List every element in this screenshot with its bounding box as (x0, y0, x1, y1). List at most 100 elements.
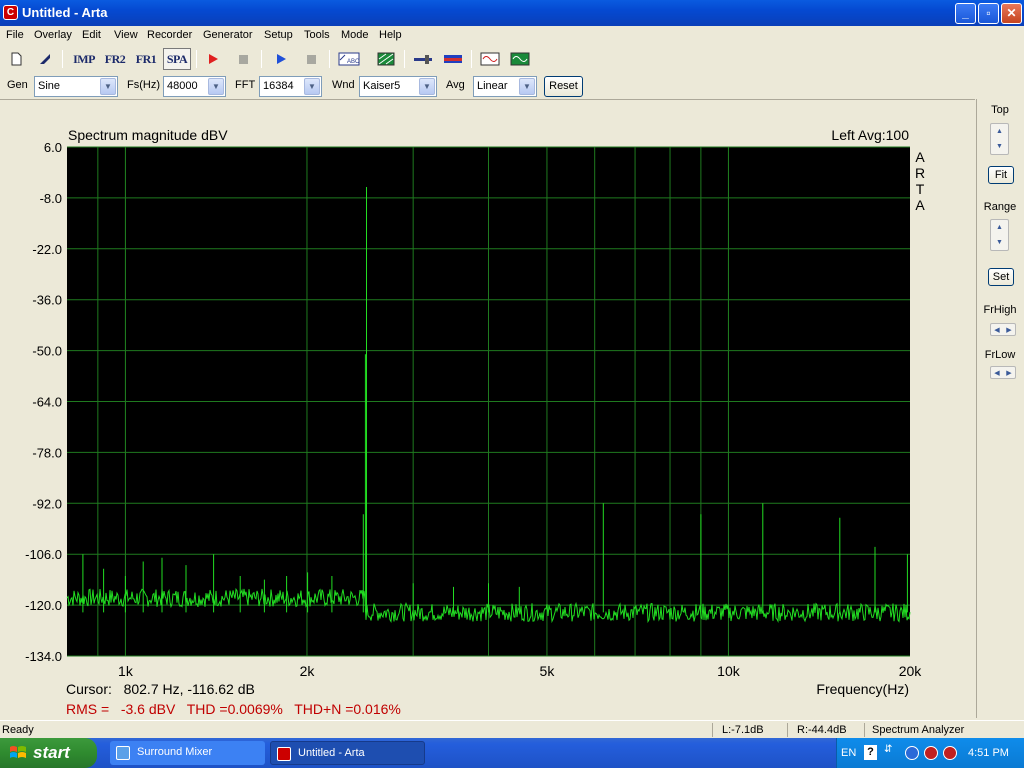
overlay-grid-icon[interactable] (374, 48, 398, 70)
chevron-down-icon[interactable]: ▼ (100, 78, 116, 95)
back-arrow-icon[interactable] (905, 746, 919, 760)
down-arrow-icon[interactable]: ▼ (991, 235, 1008, 250)
record-play-icon[interactable] (201, 48, 225, 70)
up-arrow-icon[interactable]: ▲ (991, 124, 1008, 139)
gen-select[interactable]: Sine ▼ (34, 76, 118, 97)
y-tick-label: -36.0 (32, 293, 62, 308)
y-tick-label: -106.0 (25, 547, 62, 562)
left-arrow-icon[interactable]: ◀ (994, 326, 999, 334)
security-shield-icon[interactable] (943, 746, 957, 760)
help-icon[interactable]: ? (864, 745, 877, 760)
right-arrow-icon[interactable]: ▶ (1006, 326, 1011, 334)
generator-play-icon[interactable] (269, 48, 293, 70)
task-surround-mixer[interactable]: Surround Mixer (110, 741, 265, 765)
menu-file[interactable]: File (6, 29, 24, 41)
annotation-abc-icon[interactable]: ABC (336, 48, 362, 70)
fit-button[interactable]: Fit (988, 166, 1014, 184)
system-tray: EN ? ⇵ 4:51 PM (836, 738, 1024, 768)
top-spinner[interactable]: ▲ ▼ (990, 123, 1009, 155)
fft-select[interactable]: 16384 ▼ (259, 76, 322, 97)
minimize-button[interactable]: _ (955, 3, 976, 24)
analyzer-settings-bar: Gen Sine ▼ Fs(Hz) 48000 ▼ FFT 16384 ▼ Wn… (0, 73, 1024, 99)
status-separator (864, 723, 865, 737)
start-button[interactable]: start (0, 738, 97, 768)
volume-slider-icon[interactable] (411, 48, 435, 70)
right-control-panel: Top ▲ ▼ Fit Range ▲ ▼ Set FrHigh ◀ ▶ FrLow … (976, 99, 1024, 718)
x-tick-label: 20k (899, 663, 923, 679)
chart-title: Spectrum magnitude dBV (68, 127, 228, 143)
fft-label: FFT (235, 79, 256, 91)
menu-generator[interactable]: Generator (203, 29, 253, 41)
menu-setup[interactable]: Setup (264, 29, 293, 41)
menu-view[interactable]: View (114, 29, 138, 41)
down-arrow-icon[interactable]: ▼ (991, 139, 1008, 154)
start-label: start (33, 743, 70, 762)
y-tick-label: -92.0 (32, 496, 62, 511)
y-tick-label: -64.0 (32, 395, 62, 410)
y-tick-label: -78.0 (32, 445, 62, 460)
status-mode: Spectrum Analyzer (872, 724, 965, 736)
x-tick-label: 2k (300, 663, 316, 679)
task-arta[interactable]: Untitled - Arta (270, 741, 425, 765)
security-shield-icon[interactable] (924, 746, 938, 760)
arta-app-icon (277, 747, 291, 761)
maximize-button[interactable]: ▫ (978, 3, 999, 24)
toolbar-separator (62, 50, 63, 68)
menu-mode[interactable]: Mode (341, 29, 369, 41)
fs-value: 48000 (167, 80, 198, 92)
imp-mode-button[interactable]: IMP (70, 48, 98, 70)
right-arrow-icon[interactable]: ▶ (1006, 369, 1011, 377)
generator-stop-icon[interactable] (299, 48, 323, 70)
avg-select[interactable]: Linear ▼ (473, 76, 537, 97)
gen-value: Sine (38, 80, 61, 92)
fr2-mode-button[interactable]: FR2 (101, 48, 129, 70)
watermark-letter: T (916, 181, 925, 197)
channel-avg-info: Left Avg:100 (831, 127, 909, 143)
arta-watermark: ARTA (915, 149, 925, 213)
scope-icon[interactable] (508, 48, 532, 70)
clock: 4:51 PM (968, 747, 1009, 759)
spa-mode-button[interactable]: SPA (163, 48, 191, 70)
watermark-letter: R (915, 165, 925, 181)
y-tick-label: -22.0 (32, 242, 62, 257)
taskbar: start Surround Mixer Untitled - Arta EN … (0, 738, 1024, 768)
chevron-down-icon[interactable]: ▼ (519, 78, 535, 95)
status-separator (787, 723, 788, 737)
up-arrow-icon[interactable]: ▲ (991, 220, 1008, 235)
y-axis-ticks: 6.0 -8.0 -22.0 -36.0 -50.0 -64.0 -78.0 -92.0 -10… (25, 140, 62, 664)
fs-select[interactable]: 48000 ▼ (163, 76, 226, 97)
menu-tools[interactable]: Tools (304, 29, 330, 41)
record-stop-icon[interactable] (231, 48, 255, 70)
frlow-spinner[interactable]: ◀ ▶ (990, 366, 1016, 379)
level-meter-icon[interactable] (441, 48, 465, 70)
wnd-select[interactable]: Kaiser5 ▼ (359, 76, 437, 97)
spectrum-chart[interactable]: 6.0 -8.0 -22.0 -36.0 -50.0 -64.0 -78.0 -92.0 -10… (0, 100, 975, 719)
range-spinner[interactable]: ▲ ▼ (990, 219, 1009, 251)
y-tick-label: -120.0 (25, 598, 62, 613)
menu-overlay[interactable]: Overlay (34, 29, 72, 41)
watermark-letter: A (915, 149, 925, 165)
set-button[interactable]: Set (988, 268, 1014, 286)
menu-edit[interactable]: Edit (82, 29, 101, 41)
status-ready: Ready (2, 724, 34, 736)
menu-recorder[interactable]: Recorder (147, 29, 192, 41)
close-button[interactable]: ✕ (1001, 3, 1022, 24)
new-file-icon[interactable] (4, 48, 28, 70)
spectrum-chart-panel: 6.0 -8.0 -22.0 -36.0 -50.0 -64.0 -78.0 -92.0 -10… (0, 99, 975, 718)
reset-button[interactable]: Reset (544, 76, 583, 97)
y-tick-label: -8.0 (40, 191, 62, 206)
frhigh-spinner[interactable]: ◀ ▶ (990, 323, 1016, 336)
x-axis-ticks: 1k 2k 5k 10k 20k (118, 663, 922, 679)
network-icon[interactable]: ⇵ (884, 744, 892, 755)
language-indicator[interactable]: EN (841, 747, 856, 759)
fr1-mode-button[interactable]: FR1 (132, 48, 160, 70)
sine-generator-icon[interactable] (478, 48, 502, 70)
left-arrow-icon[interactable]: ◀ (994, 369, 999, 377)
chevron-down-icon[interactable]: ▼ (208, 78, 224, 95)
edit-pointer-icon[interactable] (33, 48, 57, 70)
chevron-down-icon[interactable]: ▼ (419, 78, 435, 95)
x-tick-label: 1k (118, 663, 134, 679)
chevron-down-icon[interactable]: ▼ (304, 78, 320, 95)
arta-app-icon[interactable]: C (3, 5, 18, 20)
menu-help[interactable]: Help (379, 29, 402, 41)
